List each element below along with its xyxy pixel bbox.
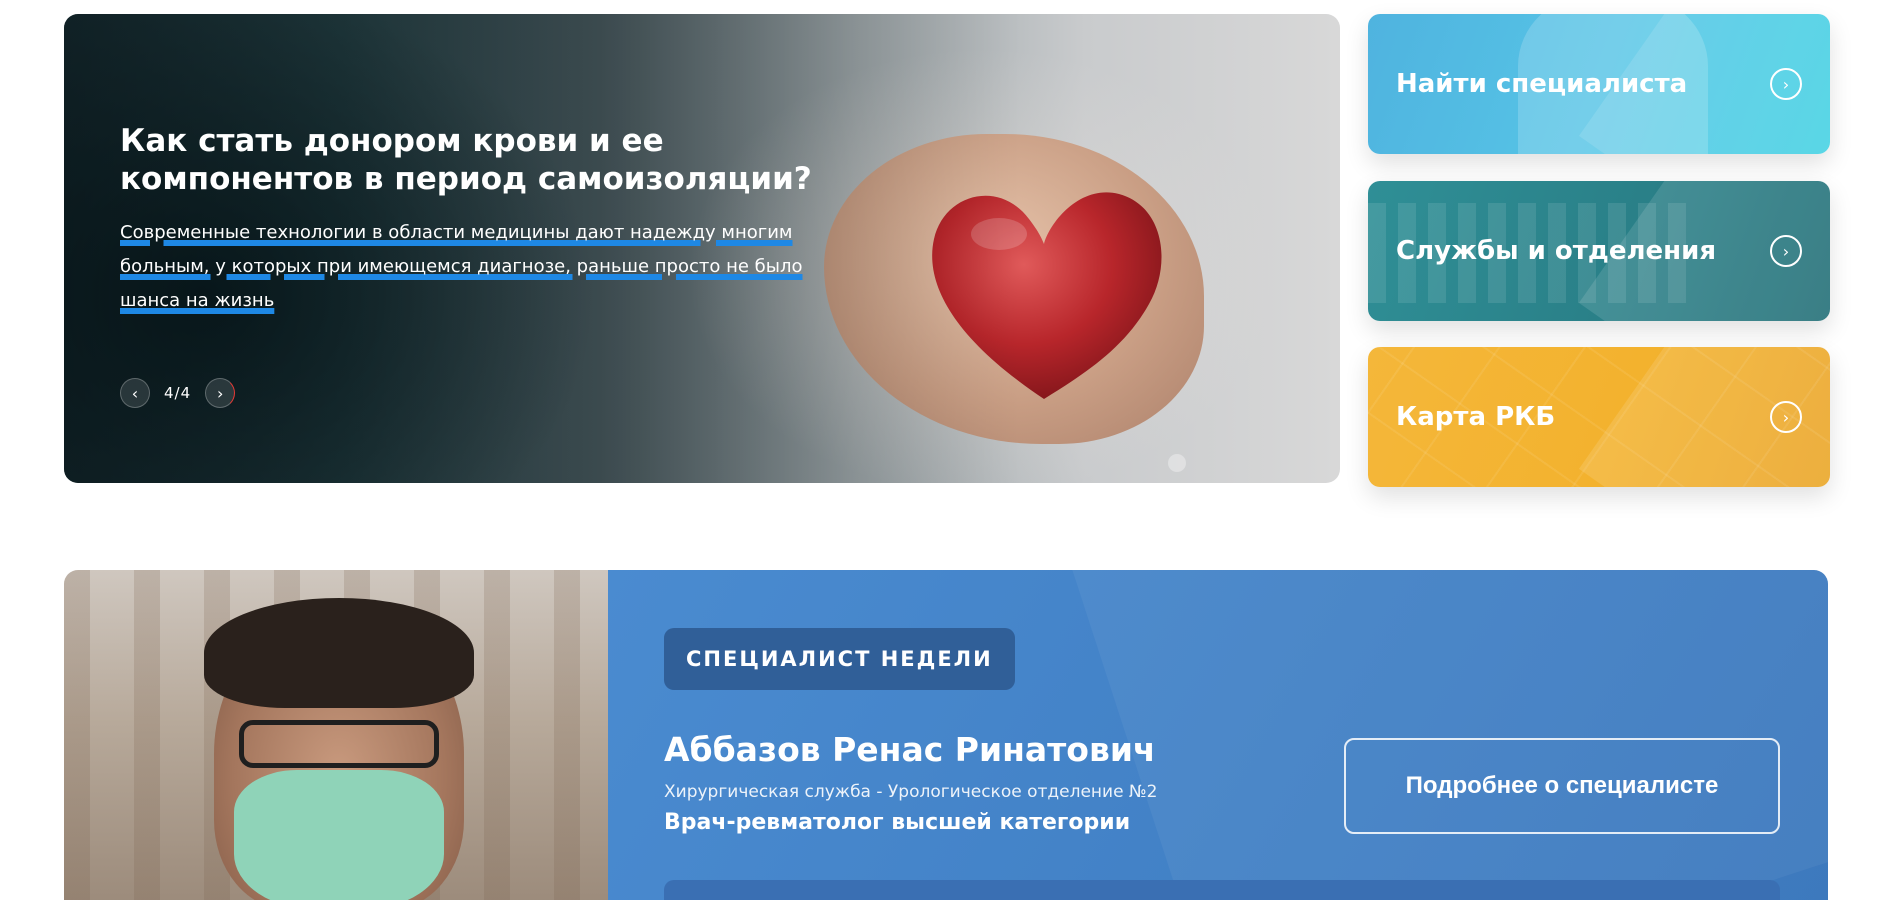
photo-person-hair <box>204 598 474 708</box>
hero-description: Современные технологии в области медицин… <box>120 222 803 311</box>
chevron-right-circle-icon: › <box>1770 68 1802 100</box>
hero-title[interactable]: Как стать донором крови и ее компонентов… <box>120 122 880 198</box>
chevron-left-icon: ‹ <box>131 383 139 403</box>
specialist-bottom-bar <box>664 880 1780 900</box>
hero-content: Как стать донором крови и ее компонентов… <box>120 122 880 318</box>
hero-slider: Как стать донором крови и ее компонентов… <box>64 14 1340 483</box>
specialist-name: Аббазов Ренас Ринатович <box>664 730 1156 769</box>
slide-counter: 4/4 <box>164 384 192 402</box>
specialist-photo <box>64 570 608 900</box>
quick-link-label: Службы и отделения <box>1396 236 1717 266</box>
hero-image-hand <box>824 134 1204 444</box>
chevron-right-circle-icon: › <box>1770 235 1802 267</box>
slider-next-button[interactable]: › <box>205 378 236 408</box>
slider-dot[interactable] <box>1168 454 1186 472</box>
specialist-department: Хирургическая служба - Урологическое отд… <box>664 782 1158 802</box>
specialist-badge: СПЕЦИАЛИСТ НЕДЕЛИ <box>664 628 1015 690</box>
slider-prev-button[interactable]: ‹ <box>120 378 150 408</box>
quick-link-label: Найти специалиста <box>1396 69 1688 99</box>
specialist-of-week: СПЕЦИАЛИСТ НЕДЕЛИ Аббазов Ренас Ринатови… <box>64 570 1828 900</box>
specialist-role: Врач-ревматолог высшей категории <box>664 810 1131 835</box>
quick-link-find-specialist[interactable]: Найти специалиста › <box>1368 14 1830 154</box>
quick-link-label: Карта РКБ <box>1396 402 1556 432</box>
heart-image <box>932 192 1162 399</box>
photo-mask <box>234 770 444 900</box>
specialist-info-panel: СПЕЦИАЛИСТ НЕДЕЛИ Аббазов Ренас Ринатови… <box>608 570 1828 900</box>
quick-link-map[interactable]: Карта РКБ › <box>1368 347 1830 487</box>
chevron-right-icon: › <box>216 383 224 403</box>
quick-link-services-departments[interactable]: Службы и отделения › <box>1368 181 1830 321</box>
chevron-right-circle-icon: › <box>1770 401 1802 433</box>
photo-glasses <box>239 720 439 768</box>
slider-controls: ‹ 4/4 › <box>120 378 236 408</box>
specialist-details-button[interactable]: Подробнее о специалисте <box>1344 738 1780 834</box>
